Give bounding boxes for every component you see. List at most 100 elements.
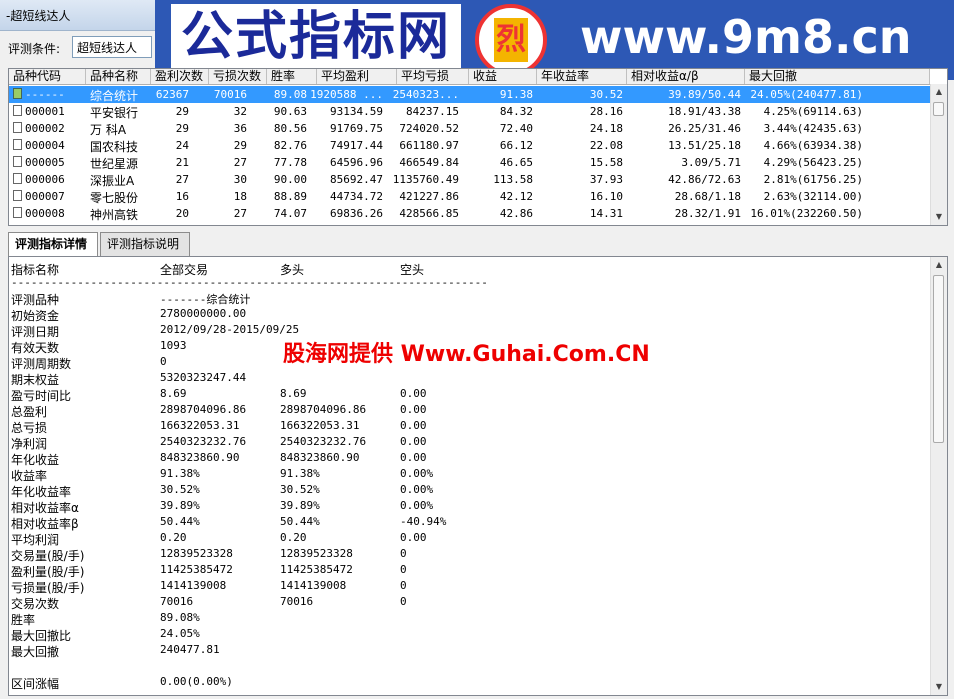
column-header[interactable]: 亏损次数 (209, 69, 267, 84)
table-cell: 21 (175, 156, 189, 169)
table-cell: 29 (233, 139, 247, 152)
grid-header: 品种代码 品种名称 盈利次数 亏损次数 胜率 平均盈利 平均亏损 收益 年收益率… (9, 69, 930, 85)
scroll-down-icon[interactable]: ▼ (931, 679, 947, 695)
detail-cell-name: 评测周期数 (11, 357, 72, 371)
detail-cell-short: 0.00% (400, 483, 434, 496)
detail-cell-all: 50.44% (160, 515, 200, 528)
tab-indicator-detail[interactable]: 评测指标详情 (8, 232, 98, 258)
column-header[interactable]: 平均盈利 (317, 69, 397, 84)
table-cell: 39.89/50.44 (668, 88, 741, 101)
table-cell: 421227.86 (399, 190, 459, 203)
table-cell: 24 (175, 139, 189, 152)
table-cell: 46.65 (499, 156, 533, 169)
table-cell: 91769.75 (330, 122, 383, 135)
table-cell: 万 科A (90, 123, 127, 137)
column-header[interactable]: 胜率 (267, 69, 317, 84)
table-cell: ------ (25, 88, 65, 101)
detail-cell-short: 0 (400, 595, 407, 608)
detail-cell-long: 70016 (280, 595, 314, 608)
table-row[interactable]: 000008 神州高铁 20 27 74.07 69836.26 428566.85 42.8… (9, 205, 930, 222)
table-cell: 113.58 (493, 173, 533, 186)
table-row[interactable]: 000007 零七股份 16 18 88.89 44734.72 421227.86 42.1… (9, 188, 930, 205)
detail-cell-long: 8.69 (280, 387, 307, 400)
table-cell: 30.52 (589, 88, 623, 101)
detail-cell-long: 39.89% (280, 499, 320, 512)
column-header[interactable]: 年收益率 (537, 69, 627, 84)
detail-cell-all: -------综合统计 (160, 293, 251, 306)
table-cell: 1920588 ... (310, 88, 383, 101)
table-cell: 2540323... (392, 88, 459, 101)
table-row[interactable]: 000005 世纪星源 21 27 77.78 64596.96 466549.84 46.6… (9, 154, 930, 171)
row-document-icon (13, 156, 22, 167)
detail-cell-long: 166322053.31 (280, 419, 360, 432)
table-row[interactable]: 000004 国农科技 24 29 82.76 74917.44 661180.97 66.1… (9, 137, 930, 154)
table-cell: 深振业A (90, 174, 135, 188)
table-row[interactable]: 000002 万 科A 29 36 80.56 91769.75 724020.52 72.4… (9, 120, 930, 137)
column-header[interactable]: 最大回撤 (745, 69, 930, 84)
table-cell: 28.16 (589, 105, 623, 118)
detail-cell-short: 0.00 (400, 419, 427, 432)
table-cell: 72.40 (499, 122, 533, 135)
table-cell: 18 (233, 190, 247, 203)
table-row[interactable]: 000006 深振业A 27 30 90.00 85692.47 1135760.49 113… (9, 171, 930, 188)
banner-cn-text: 公式指标网 (171, 4, 462, 70)
scroll-up-icon[interactable]: ▲ (931, 257, 947, 273)
column-header[interactable]: 盈利次数 (151, 69, 209, 84)
table-cell: 000006 (25, 173, 65, 186)
scroll-thumb[interactable] (933, 102, 944, 116)
detail-cell-name: 评测日期 (11, 325, 60, 339)
row-document-icon (13, 122, 22, 133)
table-cell: 64596.96 (330, 156, 383, 169)
table-cell: 世纪星源 (90, 157, 139, 171)
table-cell: 27 (233, 207, 247, 220)
row-document-icon (13, 207, 22, 218)
table-cell: 1135760.49 (392, 173, 459, 186)
column-header[interactable]: 品种名称 (86, 69, 151, 84)
detail-cell-all: 2012/09/28-2015/09/25 (160, 323, 300, 336)
detail-cell-short: 0.00 (400, 531, 427, 544)
column-header[interactable]: 相对收益α/β (627, 69, 745, 84)
table-cell: 724020.52 (399, 122, 459, 135)
detail-cell-long: 2540323232.76 (280, 435, 367, 448)
detail-cell-long: 848323860.90 (280, 451, 360, 464)
table-cell: 4.29%(56423.25) (763, 156, 863, 169)
tab-indicator-explanation[interactable]: 评测指标说明 (100, 232, 190, 256)
row-document-icon (13, 190, 22, 201)
detail-cell-name: 交易次数 (11, 597, 60, 611)
grid-scrollbar[interactable]: ▲ ▼ (930, 84, 947, 225)
detail-scrollbar[interactable]: ▲ ▼ (930, 257, 947, 695)
detail-cell-name: 亏损量(股/手) (11, 581, 85, 595)
detail-cell-short: 0.00 (400, 451, 427, 464)
table-cell: 42.86 (499, 207, 533, 220)
detail-cell-all: 0.20 (160, 531, 187, 544)
detail-cell-name: 年化收益 (11, 453, 60, 467)
detail-cell-long: 11425385472 (280, 563, 353, 576)
detail-cell-short: 0.00 (400, 403, 427, 416)
scroll-thumb[interactable] (933, 275, 944, 443)
table-row[interactable]: ------ 综合统计 62367 70016 89.08 1920588 ... 2540… (9, 86, 930, 103)
column-header[interactable]: 品种代码 (9, 69, 86, 84)
detail-cell-name: 最大回撤 (11, 645, 60, 659)
detail-cell-short: 0 (400, 579, 407, 592)
detail-cell-all: 11425385472 (160, 563, 233, 576)
results-grid: 品种代码 品种名称 盈利次数 亏损次数 胜率 平均盈利 平均亏损 收益 年收益率… (8, 68, 948, 226)
table-row[interactable]: 000001 平安银行 29 32 90.63 93134.59 84237.15 84.32… (9, 103, 930, 120)
table-cell: 20 (175, 207, 189, 220)
table-cell: 18.91/43.38 (668, 105, 741, 118)
condition-input[interactable]: 超短线达人 (72, 36, 152, 58)
detail-cell-all: 30.52% (160, 483, 200, 496)
column-header[interactable]: 收益 (469, 69, 537, 84)
detail-cell-name: 总盈利 (11, 405, 48, 419)
table-cell: 平安银行 (90, 106, 139, 120)
table-cell: 000004 (25, 139, 65, 152)
detail-cell-all: 89.08% (160, 611, 200, 624)
scroll-up-icon[interactable]: ▲ (931, 84, 947, 100)
detail-cell-name: 总亏损 (11, 421, 48, 435)
condition-label: 评测条件: (8, 42, 61, 56)
table-cell: 89.08 (273, 88, 307, 101)
table-cell: 661180.97 (399, 139, 459, 152)
table-cell: 69836.26 (330, 207, 383, 220)
detail-cell-name: 初始资金 (11, 309, 60, 323)
scroll-down-icon[interactable]: ▼ (931, 209, 947, 225)
column-header[interactable]: 平均亏损 (397, 69, 469, 84)
